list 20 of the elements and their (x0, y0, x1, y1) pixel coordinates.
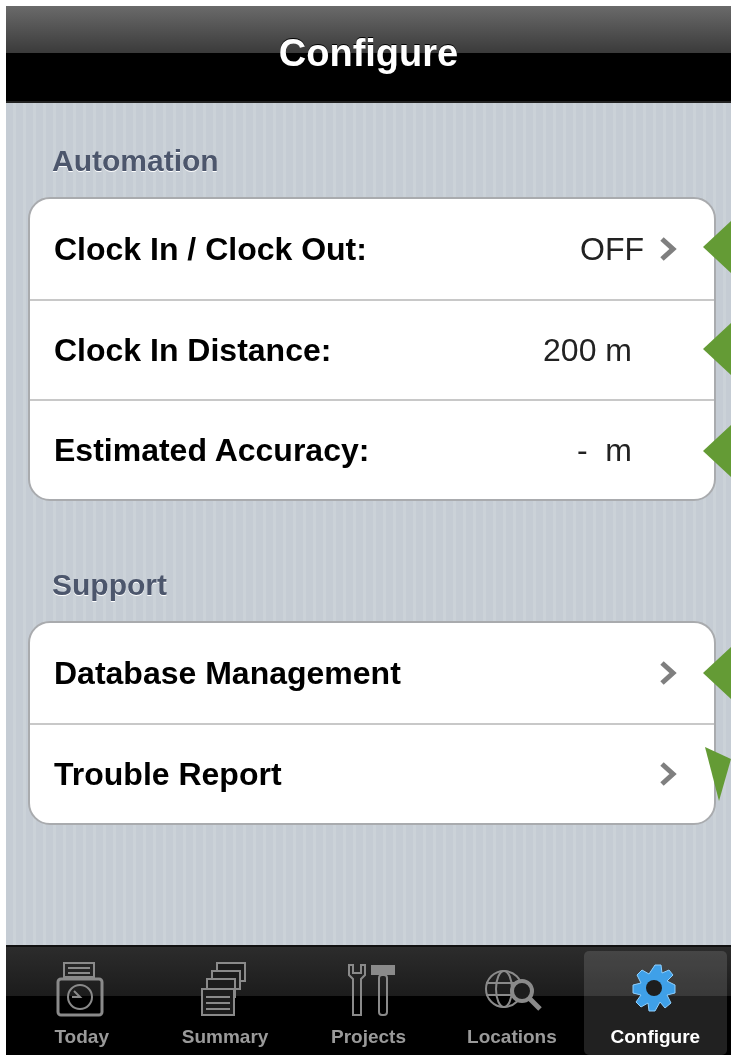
tab-item[interactable]: Configure (583, 951, 728, 1055)
table-row[interactable]: Clock In Distance: 200 m (30, 299, 714, 399)
row-value: OFF (580, 230, 644, 269)
tab-item[interactable]: Projects (296, 951, 441, 1055)
row-label: Trouble Report (54, 755, 283, 794)
tab-item[interactable]: Today (10, 951, 154, 1055)
row-label: Database Management (54, 654, 402, 693)
row-label: Estimated Accuracy: (54, 431, 371, 470)
tab-item[interactable]: Locations (440, 951, 584, 1055)
section-header: Support (51, 567, 168, 603)
table-row[interactable]: Database Management (30, 623, 714, 723)
tab-item[interactable]: Summary (153, 951, 297, 1055)
row-value: 200 m (543, 331, 632, 370)
table-row[interactable]: Clock In / Clock Out: OFF (30, 199, 714, 299)
row-value: - m (576, 431, 632, 470)
row-label: Clock In / Clock Out: (54, 230, 368, 269)
section-header: Automation (51, 143, 220, 179)
table-row[interactable]: Estimated Accuracy: - m (30, 399, 714, 499)
navigation-title: Configure (278, 31, 459, 76)
row-label: Clock In Distance: (54, 331, 333, 370)
